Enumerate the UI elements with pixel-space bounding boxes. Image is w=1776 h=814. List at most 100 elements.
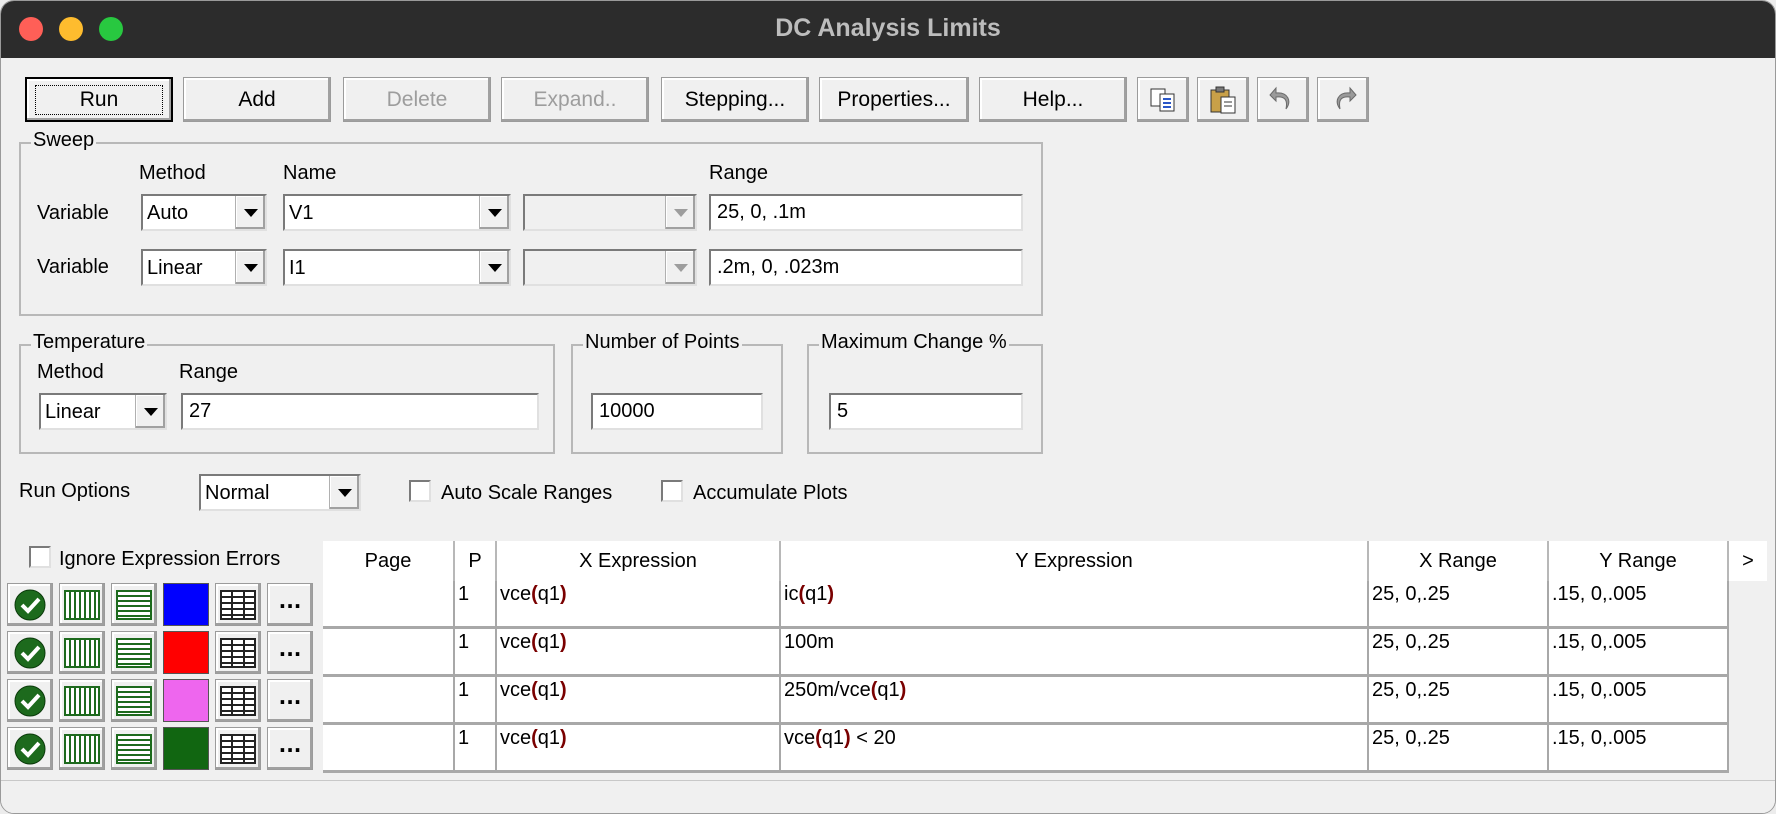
row-options-button[interactable]: ... (267, 679, 313, 722)
page-column-header[interactable]: Page (323, 541, 455, 581)
x-range-cell[interactable]: 25, 0,.25 (1369, 629, 1549, 677)
horizontal-grid-icon[interactable] (111, 583, 157, 626)
p-cell[interactable]: 1 (455, 581, 497, 629)
run-button[interactable]: Run (25, 77, 173, 122)
y-expression-cell[interactable]: vce(q1) < 20 (781, 725, 1369, 773)
enable-trace-icon[interactable] (7, 679, 53, 722)
points-field[interactable]: 10000 (591, 393, 763, 430)
redo-icon[interactable] (1317, 77, 1369, 122)
y-range-cell[interactable]: .15, 0,.005 (1549, 581, 1729, 629)
run-options-select[interactable]: Normal (199, 474, 361, 511)
run-options-value: Normal (205, 482, 270, 504)
vertical-grid-icon[interactable] (59, 679, 105, 722)
variable-2-range-field[interactable]: .2m, 0, .023m (709, 249, 1023, 286)
stepping-button[interactable]: Stepping... (661, 77, 809, 122)
open-paren: ( (815, 727, 822, 749)
enable-trace-icon[interactable] (7, 583, 53, 626)
auto-scale-checkbox[interactable] (409, 480, 431, 502)
ignore-errors-checkbox[interactable] (29, 546, 51, 568)
y-range-cell[interactable]: .15, 0,.005 (1549, 677, 1729, 725)
x-expression-cell[interactable]: vce(q1) (497, 677, 781, 725)
vertical-grid-icon[interactable] (59, 631, 105, 674)
row-options-button[interactable]: ... (267, 631, 313, 674)
title-bar: DC Analysis Limits (1, 1, 1775, 58)
p-cell[interactable]: 1 (455, 629, 497, 677)
y-range-cell[interactable]: .15, 0,.005 (1549, 629, 1729, 677)
p-column-header[interactable]: P (455, 541, 497, 581)
page-cell[interactable] (323, 677, 455, 725)
row-options-button[interactable]: ... (267, 727, 313, 770)
page-cell[interactable] (323, 725, 455, 773)
y-expression-prefix: ic (784, 583, 799, 605)
y-expression-suffix: < 20 (850, 727, 896, 749)
trace-color-swatch[interactable] (163, 583, 209, 626)
sweep-group-label: Sweep (31, 129, 97, 152)
x-expression-cell[interactable]: vce(q1) (497, 725, 781, 773)
page-cell[interactable] (323, 629, 455, 677)
temperature-method-select[interactable]: Linear (39, 393, 167, 430)
variable-1-name-select[interactable]: V1 (283, 194, 511, 231)
enable-trace-icon[interactable] (7, 631, 53, 674)
y-expression-cell[interactable]: ic(q1) (781, 581, 1369, 629)
p-cell[interactable]: 1 (455, 725, 497, 773)
table-icon[interactable] (215, 727, 261, 770)
chevron-down-icon[interactable] (235, 251, 265, 284)
chevron-down-icon[interactable] (479, 251, 509, 284)
x-range-column-header[interactable]: X Range (1369, 541, 1549, 581)
x-expression-cell[interactable]: vce(q1) (497, 581, 781, 629)
y-range-cell[interactable]: .15, 0,.005 (1549, 725, 1729, 773)
y-range-column-header[interactable]: Y Range (1549, 541, 1729, 581)
chevron-down-icon[interactable] (235, 196, 265, 229)
horizontal-grid-icon[interactable] (111, 679, 157, 722)
y-expression-column-header[interactable]: Y Expression (781, 541, 1369, 581)
table-icon[interactable] (215, 679, 261, 722)
x-range-cell[interactable]: 25, 0,.25 (1369, 677, 1549, 725)
delete-button[interactable]: Delete (343, 77, 491, 122)
horizontal-grid-icon[interactable] (111, 727, 157, 770)
paste-icon[interactable] (1197, 77, 1249, 122)
max-change-field[interactable]: 5 (829, 393, 1023, 430)
chevron-down-icon (665, 196, 695, 229)
temperature-group-label: Temperature (31, 331, 148, 354)
page-cell[interactable] (323, 581, 455, 629)
variable-2-name-select[interactable]: I1 (283, 249, 511, 286)
vertical-grid-icon[interactable] (59, 583, 105, 626)
vertical-grid-icon[interactable] (59, 727, 105, 770)
y-expression-cell[interactable]: 250m/vce(q1) (781, 677, 1369, 725)
y-expression-cell[interactable]: 100m (781, 629, 1369, 677)
run-options-label: Run Options (19, 480, 131, 502)
temperature-range-field[interactable]: 27 (181, 393, 539, 430)
more-columns-button[interactable]: > (1729, 541, 1767, 581)
undo-icon[interactable] (1257, 77, 1309, 122)
expand-button[interactable]: Expand.. (501, 77, 649, 122)
enable-trace-icon[interactable] (7, 727, 53, 770)
x-range-cell[interactable]: 25, 0,.25 (1369, 581, 1549, 629)
trace-color-swatch[interactable] (163, 631, 209, 674)
p-cell[interactable]: 1 (455, 677, 497, 725)
x-expression-cell[interactable]: vce(q1) (497, 629, 781, 677)
variable-2-extra-select (523, 249, 697, 286)
x-expression-function: vce (500, 583, 532, 605)
add-button[interactable]: Add (183, 77, 331, 122)
help-button[interactable]: Help... (979, 77, 1127, 122)
chevron-down-icon[interactable] (329, 476, 359, 509)
variable-1-range-field[interactable]: 25, 0, .1m (709, 194, 1023, 231)
variable-1-method-select[interactable]: Auto (141, 194, 267, 231)
properties-button[interactable]: Properties... (819, 77, 969, 122)
accumulate-checkbox[interactable] (661, 480, 683, 502)
table-icon[interactable] (215, 631, 261, 674)
x-expression-column-header[interactable]: X Expression (497, 541, 781, 581)
table-icon[interactable] (215, 583, 261, 626)
copy-icon[interactable] (1137, 77, 1189, 122)
horizontal-grid-icon[interactable] (111, 631, 157, 674)
x-range-cell[interactable]: 25, 0,.25 (1369, 725, 1549, 773)
chevron-down-icon[interactable] (479, 196, 509, 229)
variable-2-method-select[interactable]: Linear (141, 249, 267, 286)
trace-color-swatch[interactable] (163, 727, 209, 770)
points-group-label: Number of Points (583, 331, 742, 354)
chevron-down-icon[interactable] (135, 395, 165, 428)
trace-color-swatch[interactable] (163, 679, 209, 722)
y-expression-argument: q1 (821, 727, 845, 749)
dialog-window: DC Analysis Limits Run Add Delete Expand… (0, 0, 1776, 814)
row-options-button[interactable]: ... (267, 583, 313, 626)
